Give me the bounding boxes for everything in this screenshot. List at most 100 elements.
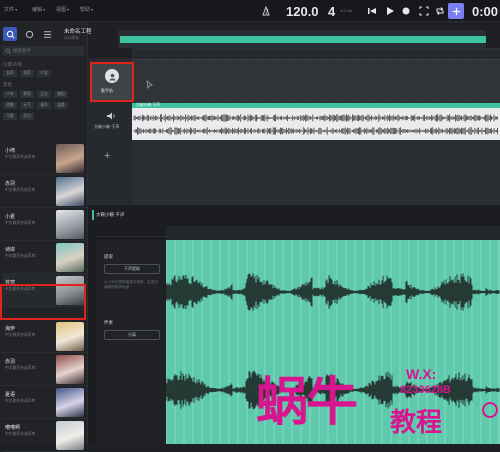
user-tab-icon[interactable]	[22, 27, 36, 41]
top-toolbar: 文件 编辑 视图 帮助 120.0 4 4/4 bar 0:00	[0, 0, 500, 22]
audio-clip[interactable]	[132, 103, 500, 140]
singer-name: 海伊	[5, 326, 16, 332]
tag[interactable]: 少年	[3, 91, 17, 98]
grid-line	[372, 60, 373, 102]
tag[interactable]: 可爱	[3, 113, 17, 120]
selected-singer-highlight	[0, 284, 86, 320]
tag[interactable]: 正太	[37, 91, 51, 98]
singer-name: 小绮	[5, 148, 16, 154]
grid-line	[180, 60, 181, 102]
singer-name: 赤羽	[5, 181, 16, 187]
tag[interactable]: 甜美	[3, 102, 17, 109]
singer-desc: 中文歌声合成声库	[5, 254, 36, 258]
section-accomp-label: 伴奏	[104, 320, 113, 325]
search-placeholder: 搜索歌手	[13, 48, 31, 53]
section-extract-label: 提取	[104, 254, 113, 259]
tag[interactable]: 活力	[20, 113, 34, 120]
tag[interactable]: 温柔	[54, 102, 68, 109]
grid-line	[340, 60, 341, 102]
avatar	[56, 421, 84, 450]
watermark-number: 8233628B	[400, 384, 451, 396]
singer-desc: 中文歌声合成声库	[5, 155, 36, 159]
singer-card[interactable]: 小夏 中文歌声合成声库	[2, 208, 86, 241]
watermark-wx: W.X:	[406, 366, 437, 382]
singer-card[interactable]: 诗岸 中文歌声合成声库	[2, 241, 86, 274]
grid-line	[276, 60, 277, 102]
audio-track-label: 大碗小碗·干声	[94, 124, 120, 129]
menu-view[interactable]: 视图	[56, 6, 69, 13]
singer-card[interactable]: 嘈嘈啊 中文歌声合成声库	[2, 419, 86, 452]
grid-line	[468, 60, 469, 102]
grid-line	[260, 60, 261, 102]
singer-card[interactable]: 赤羽 中文歌声合成声库	[2, 353, 86, 386]
editor-side-panel: 提取 干声提取 从人声中提取音高与音素，生成可编辑的歌声轨道 伴奏 分离	[96, 240, 166, 444]
tag[interactable]: 清冷	[37, 102, 51, 109]
singer-desc: 中文歌声合成声库	[5, 432, 36, 436]
waveform-channel	[133, 114, 498, 122]
beats-unit: 4/4 bar	[340, 8, 353, 13]
menu-edit[interactable]: 编辑	[32, 6, 45, 13]
singer-desc: 中文歌声合成声库	[5, 366, 36, 370]
separate-button[interactable]: 分离	[104, 330, 160, 340]
tag[interactable]: 萝莉	[20, 91, 34, 98]
tag[interactable]: 女声	[3, 70, 17, 77]
speaker-icon[interactable]	[106, 112, 116, 122]
avatar	[56, 243, 84, 272]
tag[interactable]: 男声	[20, 70, 34, 77]
tag[interactable]: 少女	[37, 70, 51, 77]
grid-line	[436, 60, 437, 102]
singer-search-input[interactable]: 搜索歌手	[2, 46, 84, 56]
singer-card[interactable]: 小绮 中文歌声合成声库	[2, 142, 86, 175]
grid-line	[324, 60, 325, 102]
singer-library-tab-icon[interactable]	[3, 27, 17, 41]
rewind-icon[interactable]	[366, 5, 378, 17]
singer-name: 嘈嘈啊	[5, 425, 21, 431]
grid-line	[484, 60, 485, 102]
loop-icon[interactable]	[434, 5, 446, 17]
tag[interactable]: 御姐	[54, 91, 68, 98]
menu-file[interactable]: 文件	[4, 6, 17, 13]
project-title: 未命名工程	[64, 29, 92, 35]
extract-vocal-button[interactable]: 干声提取	[104, 264, 160, 274]
timeline-ruler[interactable]	[132, 50, 500, 60]
grid-line	[244, 60, 245, 102]
vocal-track-header[interactable]: 歌手轨	[90, 62, 134, 102]
grid-line	[196, 60, 197, 102]
avatar	[56, 322, 84, 351]
list-tab-icon[interactable]	[40, 27, 54, 41]
singer-card[interactable]: 夏语 中文歌声合成声库	[2, 386, 86, 419]
grid-line	[212, 60, 213, 102]
overview-region[interactable]	[120, 36, 486, 43]
editor-ruler[interactable]	[166, 226, 500, 240]
singer-desc: 中文歌声合成声库	[5, 221, 36, 225]
audio-clip-label: 大碗小碗·干声	[136, 103, 161, 107]
tempo-value[interactable]: 120.0	[286, 4, 319, 19]
editor-title: 大碗小碗·干声	[96, 212, 125, 217]
avatar	[56, 210, 84, 239]
grid-line	[388, 60, 389, 102]
watermark-logo-text: 蜗牛	[256, 373, 358, 433]
singer-avatar-icon	[105, 69, 119, 83]
filter-label-timbre: 音色	[3, 82, 12, 87]
project-subtitle: 自动保存	[64, 36, 80, 40]
vocal-track-label: 歌手轨	[101, 88, 113, 93]
pen-mode-button[interactable]	[448, 3, 464, 19]
metronome-icon[interactable]	[260, 5, 272, 17]
singer-name: 诗岸	[5, 247, 16, 253]
singer-name: 小夏	[5, 214, 16, 220]
beats-value[interactable]: 4	[328, 4, 335, 19]
menu-help[interactable]: 帮助	[80, 6, 93, 13]
grid-line	[228, 60, 229, 102]
singer-desc: 中文歌声合成声库	[5, 333, 36, 337]
grid-line	[356, 60, 357, 102]
tag[interactable]: 元气	[20, 102, 34, 109]
play-icon[interactable]	[384, 5, 396, 17]
singer-card[interactable]: 海伊 中文歌声合成声库	[2, 320, 86, 353]
add-track-icon[interactable]: +	[104, 150, 110, 162]
singer-desc: 中文歌声合成声库	[5, 188, 36, 192]
fit-screen-icon[interactable]	[418, 5, 430, 17]
avatar	[56, 388, 84, 417]
singer-card[interactable]: 赤羽 中文歌声合成声库	[2, 175, 86, 208]
record-icon[interactable]	[400, 5, 412, 17]
filter-label-engine: 引擎/声库	[3, 62, 23, 67]
